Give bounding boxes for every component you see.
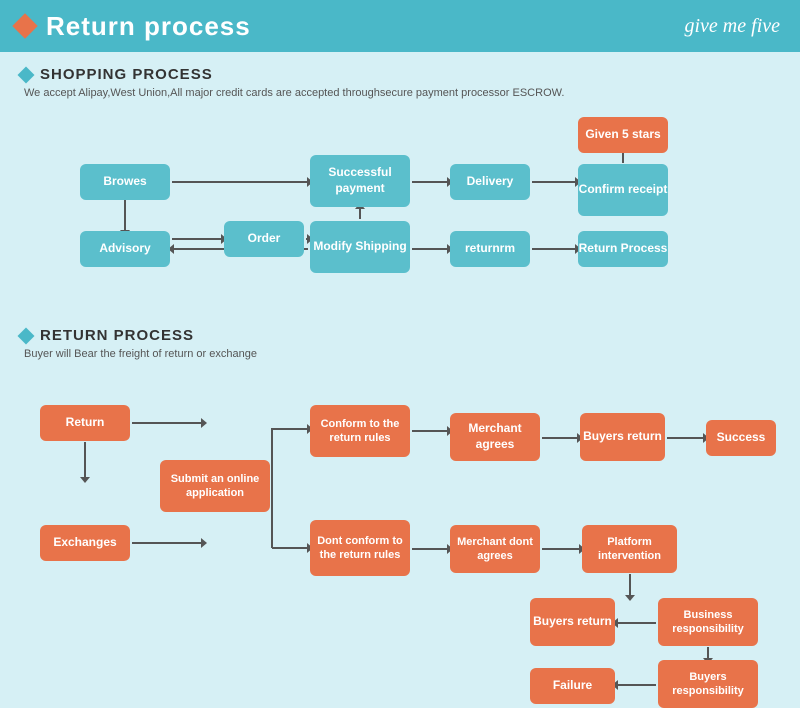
page-title: Return process (46, 11, 251, 42)
box-return-process: Return Process (578, 231, 668, 267)
arrow-merchant-buyers1 (542, 437, 578, 439)
box-buyers-return1: Buyers return (580, 413, 665, 461)
box-merchant-agrees: Merchant agrees (450, 413, 540, 461)
return-subtitle: Buyer will Bear the freight of return or… (20, 348, 780, 360)
box-order: Order (224, 221, 304, 257)
return-title: RETURN PROCESS (40, 327, 194, 344)
box-failure: Failure (530, 668, 615, 704)
arrow-merchantdont-platform (542, 548, 580, 550)
arrow-buyers1-success (667, 437, 704, 439)
box-browes: Browes (80, 164, 170, 200)
box-platform: Platform intervention (582, 525, 677, 573)
box-buyers-return2: Buyers return (530, 598, 615, 646)
box-submit-app: Submit an online application (160, 460, 270, 512)
box-given-stars: Given 5 stars (578, 117, 668, 153)
arrow-delivery-confirm (532, 181, 576, 183)
arrow-modify-up (359, 208, 361, 219)
box-buyers-resp: Buyers responsibility (658, 660, 758, 708)
arrow-exchanges-right (132, 542, 202, 544)
shopping-subtitle: We accept Alipay,West Union,All major cr… (20, 87, 780, 99)
box-successful-payment: Successful payment (310, 155, 410, 207)
arrow-return-down (84, 442, 86, 478)
box-advisory: Advisory (80, 231, 170, 267)
box-conform-rules: Conform to the return rules (310, 405, 410, 457)
arrow-modify-returnrm (412, 248, 448, 250)
brand-logo: give me five (685, 15, 781, 38)
return-diamond-icon (18, 327, 35, 344)
arrow-to-order (172, 238, 222, 240)
main-content: SHOPPING PROCESS We accept Alipay,West U… (0, 52, 800, 694)
arrow-dont-merchantdont (412, 548, 448, 550)
header-diamond-icon (12, 13, 37, 38)
box-dont-conform: Dont conform to the return rules (310, 520, 410, 576)
arrow-order-modify (306, 238, 308, 240)
box-exchanges: Exchanges (40, 525, 130, 561)
shopping-section-header: SHOPPING PROCESS (20, 66, 780, 83)
arrow-biz-down (707, 647, 709, 659)
return-section-header: RETURN PROCESS (20, 327, 780, 344)
box-returnrm: returnrm (450, 231, 530, 267)
arrow-buyersresp-failure (617, 684, 656, 686)
box-return: Return (40, 405, 130, 441)
arrow-submit-up-right (272, 428, 308, 430)
shopping-title: SHOPPING PROCESS (40, 66, 213, 83)
arrow-conform-merchant (412, 430, 448, 432)
arrow-browes-down (124, 199, 126, 231)
arrow-submit-down-right (272, 547, 308, 549)
header: Return process give me five (0, 0, 800, 52)
return-flow: Return Submit an online application Conf… (20, 370, 780, 680)
box-business-resp: Business responsibility (658, 598, 758, 646)
return-section: RETURN PROCESS Buyer will Bear the freig… (20, 327, 780, 680)
arrow-biz-buyers2 (617, 622, 656, 624)
shopping-flow: Browes Successful payment Delivery Confi… (20, 109, 780, 319)
box-success: Success (706, 420, 776, 456)
box-confirm-receipt: Confirm receipt (578, 164, 668, 216)
shopping-diamond-icon (18, 66, 35, 83)
arrow-platform-down (629, 574, 631, 596)
arrow-payment-delivery (412, 181, 448, 183)
arrow-return-right (132, 422, 202, 424)
box-merchant-dont: Merchant dont agrees (450, 525, 540, 573)
arrow-returnrm-process (532, 248, 576, 250)
box-modify-shipping: Modify Shipping (310, 221, 410, 273)
arrow-v-submit (271, 428, 273, 548)
arrow-browes-payment (172, 181, 308, 183)
box-delivery: Delivery (450, 164, 530, 200)
